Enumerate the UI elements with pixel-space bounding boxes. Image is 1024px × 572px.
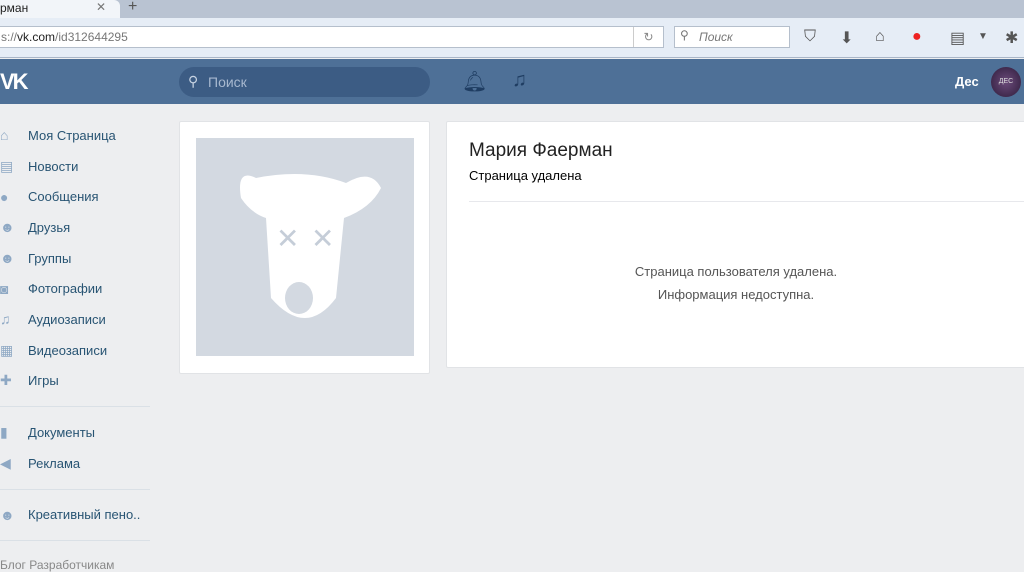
sidebar-item[interactable]: ✚ Игры <box>0 366 160 397</box>
footer-links[interactable]: Блог Разработчикам <box>0 558 114 572</box>
deleted-avatar-image: ✕ ✕ <box>196 138 414 356</box>
url-path: /id312644295 <box>55 30 128 44</box>
url-prefix: s:// <box>1 30 18 44</box>
reload-icon[interactable]: ↻ <box>633 27 663 47</box>
sidebar-item[interactable]: ♫ Аудиозаписи <box>0 304 160 335</box>
sidebar-icon: ◀ <box>0 454 11 471</box>
sidebar-item-label: Моя Страница <box>28 127 116 143</box>
sidebar-item-label: Друзья <box>28 219 71 235</box>
sidebar-item[interactable]: ☻ Друзья <box>0 212 160 243</box>
browser-search-input[interactable]: ⚲ Поиск <box>674 26 790 48</box>
pocket-icon[interactable]: ⛉ <box>804 28 816 46</box>
tab-active[interactable]: рман ✕ <box>0 0 120 18</box>
sidebar-item-label: Документы <box>28 425 96 441</box>
divider <box>0 488 150 490</box>
vk-search-input[interactable]: ⚲ Поиск <box>179 67 430 97</box>
sidebar-icon: ● <box>0 188 9 205</box>
divider <box>469 201 1024 202</box>
avatar-card: ✕ ✕ <box>179 121 430 374</box>
clipboard-icon[interactable]: ▤ <box>950 28 965 48</box>
sidebar-icon: ☻ <box>0 219 15 236</box>
divider <box>0 406 150 408</box>
search-icon: ⚲ <box>680 28 689 42</box>
addon-icon[interactable]: ✱ <box>1005 28 1018 48</box>
sidebar-item-label: Сообщения <box>28 189 99 205</box>
sidebar-item[interactable]: ☻ Креативный пено.. <box>0 500 160 531</box>
sidebar-icon: ☻ <box>0 506 15 523</box>
download-icon[interactable]: ⬇ <box>840 28 853 48</box>
extension-icon[interactable]: ● <box>912 28 922 46</box>
svg-text:✕: ✕ <box>311 223 334 254</box>
sidebar-icon: ☻ <box>0 250 15 267</box>
vk-logo[interactable]: VK <box>0 69 29 95</box>
sidebar-icon: ◙ <box>0 280 9 297</box>
sidebar-icon: ♫ <box>0 311 11 328</box>
sidebar-item-label: Фотографии <box>28 281 103 297</box>
deleted-message: Страница пользователя удалена. Информация… <box>447 260 1024 306</box>
avatar[interactable]: ДЕС <box>991 67 1021 97</box>
vk-header: VK ⚲ Поиск 🔔︎ ♫ Дес ДЕС <box>0 59 1024 104</box>
sidebar-item-label: Реклама <box>28 455 81 471</box>
sidebar-item-label: Новости <box>28 158 79 174</box>
search-icon: ⚲ <box>188 73 199 89</box>
sidebar-icon: ▮ <box>0 424 8 441</box>
sidebar-icon: ✚ <box>0 372 12 389</box>
sidebar-item[interactable]: ⌂ Моя Страница <box>0 120 160 151</box>
home-icon[interactable]: ⌂ <box>875 28 885 46</box>
page-title: Мария Фаерман <box>469 140 613 161</box>
sidebar-item[interactable]: ▦ Видеозаписи <box>0 335 160 366</box>
sidebar-item[interactable]: ● Сообщения <box>0 181 160 212</box>
sidebar-item-label: Игры <box>28 373 59 389</box>
music-icon[interactable]: ♫ <box>512 69 527 92</box>
sidebar-item-label: Аудиозаписи <box>28 311 106 327</box>
tab-bar: рман ✕ + <box>0 0 1024 18</box>
sidebar-item[interactable]: ▤ Новости <box>0 151 160 182</box>
search-placeholder: Поиск <box>208 74 247 90</box>
sidebar-item-label: Креативный пено.. <box>28 507 141 523</box>
sidebar-icon: ⌂ <box>0 127 9 144</box>
url-bar[interactable]: s://vk.com/id312644295 ↻ <box>0 26 664 48</box>
sidebar-item-label: Группы <box>28 250 72 266</box>
search-placeholder: Поиск <box>699 30 733 44</box>
sidebar-icon: ▦ <box>0 341 14 358</box>
user-name[interactable]: Дес <box>955 74 979 89</box>
profile-card: Мария Фаерман Страница удалена Страница … <box>446 121 1024 368</box>
browser-toolbar: s://vk.com/id312644295 ↻ ⚲ Поиск ⛉ ⬇ ⌂ ● … <box>0 18 1024 58</box>
message-line: Страница пользователя удалена. <box>634 264 838 279</box>
sidebar: ⌂ Моя Страница ▤ Новости ● Сообщения ☻ Друзья ☻ Г… <box>0 120 160 551</box>
sidebar-item-label: Видеозаписи <box>28 342 108 358</box>
sidebar-item[interactable]: ☻ Группы <box>0 243 160 274</box>
sidebar-item[interactable]: ◀ Реклама <box>0 448 160 479</box>
divider <box>0 540 150 542</box>
menu-dropdown-icon[interactable]: ▼ <box>978 31 988 42</box>
sidebar-item[interactable]: ▮ Документы <box>0 417 160 448</box>
new-tab-icon[interactable]: + <box>128 0 137 16</box>
sidebar-item[interactable]: ◙ Фотографии <box>0 273 160 304</box>
bell-icon[interactable]: 🔔︎ <box>462 69 487 94</box>
message-line: Информация недоступна. <box>657 287 815 302</box>
tab-title: рман <box>0 1 29 15</box>
url-domain: vk.com <box>17 30 56 44</box>
close-tab-icon[interactable]: ✕ <box>96 0 106 14</box>
status-text: Страница удалена <box>469 168 582 183</box>
svg-text:✕: ✕ <box>276 223 299 254</box>
sidebar-icon: ▤ <box>0 157 14 174</box>
